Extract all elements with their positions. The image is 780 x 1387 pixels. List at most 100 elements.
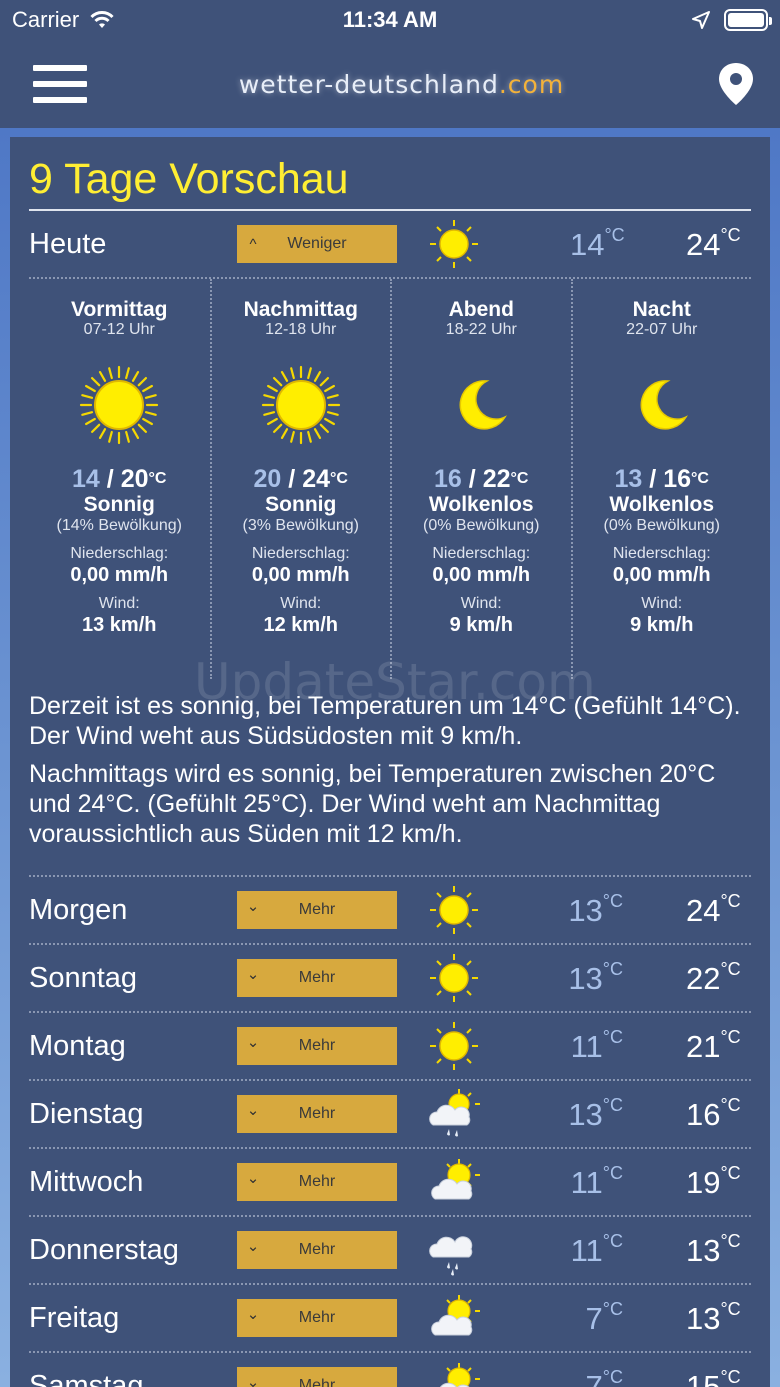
day-label: Morgen — [29, 893, 128, 926]
toggle-details-button[interactable]: ⌄ Mehr — [237, 1027, 397, 1065]
today-detail: Vormittag 07-12 Uhr 14 / 20°C Sonnig (14% B… — [29, 279, 751, 679]
sun-cloud-icon — [427, 1359, 481, 1387]
precip-value: 0,00 mm/h — [612, 564, 711, 586]
period-column-nachmittag: Nachmittag 12-18 Uhr 20 / 24°C Sonnig (3% B… — [209, 279, 391, 679]
toggle-details-button[interactable]: ⌄ Mehr — [237, 1095, 397, 1133]
period-temp-high: 24 — [302, 465, 330, 493]
toggle-details-button[interactable]: ⌄ Mehr — [237, 959, 397, 997]
temp-max-value: 21 — [686, 1029, 721, 1064]
temp-max-value: 16 — [686, 1097, 721, 1132]
moon-icon — [620, 363, 704, 447]
toggle-label: Weniger — [287, 235, 347, 252]
sun-cloud-icon — [427, 1155, 481, 1209]
forecast-row: Dienstag ⌄ Mehr 13°C 16°C — [29, 1081, 751, 1149]
temp-max-value: 13 — [686, 1301, 721, 1336]
chevron-down-icon: ⌄ — [246, 1238, 260, 1255]
period-condition: Wolkenlos — [428, 493, 534, 516]
precip-label: Niederschlag: — [432, 545, 531, 562]
toggle-label: Mehr — [298, 1037, 336, 1054]
temp-max-value: 24 — [686, 893, 721, 928]
chevron-down-icon: ⌄ — [246, 898, 260, 915]
site-logo[interactable]: wetter-deutschland.com — [239, 70, 564, 99]
toggle-label: Mehr — [298, 1105, 336, 1122]
toggle-label: Mehr — [298, 901, 336, 918]
temp-unit: °C — [602, 891, 623, 911]
temp-min-value: 7 — [585, 1301, 603, 1336]
temp-separator: / — [281, 465, 303, 493]
temp-unit: °C — [720, 1095, 741, 1115]
wind-value: 9 km/h — [630, 614, 694, 636]
period-temp-low: 20 — [253, 465, 282, 493]
period-temp-high: 22 — [482, 465, 511, 493]
temp-separator: / — [642, 465, 664, 493]
sun-icon — [427, 883, 481, 937]
summary-afternoon: Nachmittags wird es sonnig, bei Temperat… — [29, 760, 716, 848]
chevron-down-icon: ⌄ — [246, 1170, 260, 1187]
toggle-label: Mehr — [298, 1309, 336, 1326]
map-pin-icon[interactable] — [716, 61, 756, 107]
temp-min: 13°C — [537, 959, 623, 997]
temp-unit: °C — [330, 470, 348, 487]
logo-text: wetter-deutschland — [238, 69, 499, 99]
temp-unit: °C — [148, 470, 167, 487]
period-temp-high: 20 — [120, 465, 149, 493]
day-label: Donnerstag — [29, 1233, 179, 1266]
temp-min-value: 13 — [568, 961, 603, 996]
toggle-details-button[interactable]: ⌄ Mehr — [237, 1163, 397, 1201]
chevron-down-icon: ⌄ — [246, 1306, 260, 1323]
logo-domain: .com — [498, 69, 565, 99]
period-name: Vormittag — [71, 298, 168, 321]
wind-label: Wind: — [280, 595, 322, 612]
temp-min-value: 7 — [585, 1369, 603, 1387]
summary-current: Derzeit ist es sonnig, bei Temperaturen … — [29, 692, 741, 750]
temp-min: 7°C — [537, 1299, 623, 1337]
period-temp-range: 13 / 16°C — [573, 465, 752, 493]
temp-unit: °C — [720, 1299, 741, 1319]
temp-min-value: 11 — [570, 1233, 603, 1268]
sun-cloud-rain-icon — [427, 1087, 481, 1141]
period-temp-range: 16 / 22°C — [392, 465, 571, 493]
forecast-row: Donnerstag ⌄ Mehr 11°C 13°C — [29, 1217, 751, 1285]
temp-max-value: 13 — [686, 1233, 721, 1268]
chevron-down-icon: ⌄ — [246, 966, 260, 983]
toggle-details-button[interactable]: ⌄ Mehr — [237, 891, 397, 929]
forecast-list: Morgen ⌄ Mehr 13°C 24°C Sonntag ⌄ Mehr 13°C 22°… — [29, 877, 751, 1387]
temp-unit: °C — [720, 1163, 741, 1183]
temp-unit: °C — [602, 1163, 623, 1183]
wind-label: Wind: — [641, 595, 683, 612]
temp-unit: °C — [720, 1027, 741, 1047]
temp-min-value: 11 — [570, 1029, 603, 1064]
temp-unit: °C — [510, 470, 529, 487]
toggle-label: Mehr — [298, 1241, 336, 1258]
temp-max-value: 15 — [686, 1369, 721, 1387]
period-time: 12-18 Uhr — [265, 321, 337, 338]
toggle-details-button[interactable]: ⌄ Mehr — [237, 1231, 397, 1269]
temp-max: 24°C — [686, 891, 776, 929]
temp-max-value: 24 — [686, 227, 721, 262]
temp-max-value: 22 — [686, 961, 721, 996]
temp-unit: °C — [602, 1367, 623, 1387]
temp-max: 22°C — [686, 959, 776, 997]
toggle-details-button[interactable]: ⌄ Mehr — [237, 1299, 397, 1337]
toggle-details-button[interactable]: ^ Weniger — [237, 225, 397, 263]
period-temp-high: 16 — [663, 465, 691, 493]
period-name: Nachmittag — [243, 298, 358, 321]
temp-max: 15°C — [686, 1367, 776, 1387]
cloud-rain-icon — [427, 1223, 481, 1277]
temp-min: 13°C — [537, 1095, 623, 1133]
wind-value: 13 km/h — [82, 614, 157, 636]
status-bar: Carrier 11:34 AM — [0, 0, 780, 40]
chevron-up-icon: ^ — [249, 235, 257, 253]
day-label: Sonntag — [29, 961, 138, 994]
period-temp-range: 14 / 20°C — [29, 465, 210, 493]
toggle-details-button[interactable]: ⌄ Mehr — [237, 1367, 397, 1387]
day-label: Freitag — [29, 1301, 120, 1334]
precip-value: 0,00 mm/h — [251, 564, 350, 586]
chevron-down-icon: ⌄ — [246, 1102, 260, 1119]
moon-icon — [439, 363, 523, 447]
hamburger-menu-icon[interactable] — [33, 65, 87, 103]
temp-max: 24°C — [686, 225, 776, 263]
temp-min-value: 11 — [570, 1165, 603, 1200]
temp-min: 7°C — [537, 1367, 623, 1387]
wind-value: 12 km/h — [263, 614, 338, 636]
